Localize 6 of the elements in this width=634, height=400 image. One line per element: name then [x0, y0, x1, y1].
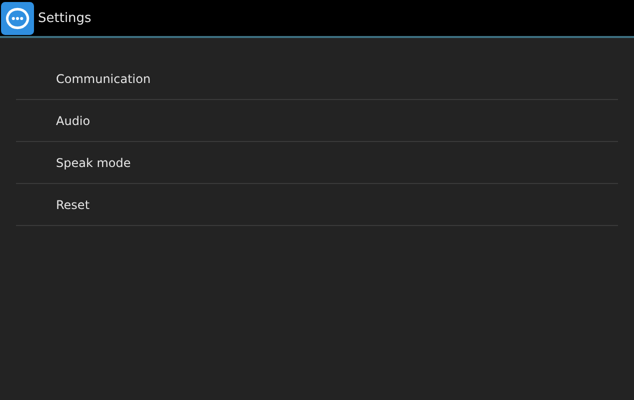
settings-item[interactable]: Audio	[16, 100, 618, 142]
screen-title: Settings	[38, 10, 92, 26]
settings-item[interactable]: Speak mode	[16, 142, 618, 184]
app-logo-icon	[1, 2, 34, 34]
settings-item[interactable]: Reset	[16, 184, 618, 226]
settings-item[interactable]: Communication	[16, 58, 618, 100]
